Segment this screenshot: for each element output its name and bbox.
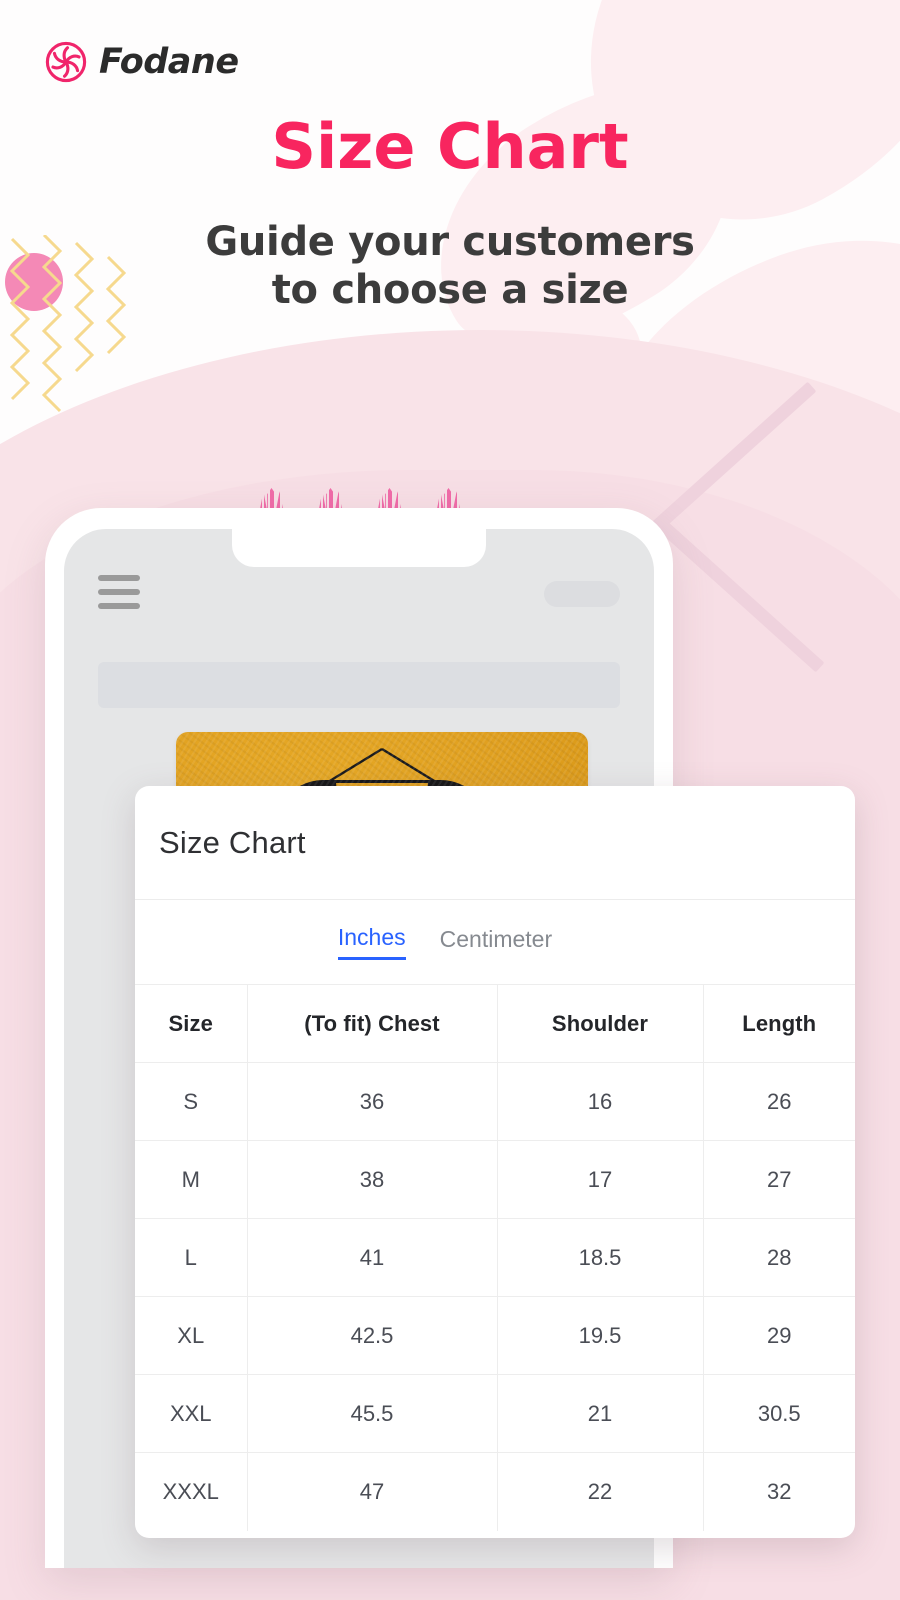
brand-logo[interactable]: Fodane [44,40,239,84]
column-header-length: Length [703,984,855,1063]
column-header-chest: (To fit) Chest [247,984,498,1063]
hero-title-wrap: Size Chart [0,116,900,178]
cell-shoulder: 22 [497,1452,704,1531]
table-row: XL 42.5 19.5 29 [135,1296,855,1375]
cell-chest: 47 [247,1452,498,1531]
table-row: XXXL 47 22 32 [135,1452,855,1531]
chevron-outline-icon [651,381,900,673]
cell-shoulder: 18.5 [497,1218,704,1297]
yellow-fan-burst-icon [896,82,900,140]
cell-chest: 42.5 [247,1296,498,1375]
cell-length: 26 [703,1062,855,1141]
column-header-size: Size [135,984,248,1063]
cell-size: XXL [135,1374,248,1453]
cell-length: 29 [703,1296,855,1375]
cell-length: 28 [703,1218,855,1297]
brand-name: Fodane [99,42,239,82]
size-chart-card-header: Size Chart [135,786,855,900]
cell-chest: 45.5 [247,1374,498,1453]
size-chart-card: Size Chart Inches Centimeter Size (To fi… [135,786,855,1538]
hero-subtitle-line-2: to choose a size [271,267,629,313]
cell-size: XXXL [135,1452,248,1531]
cell-size: M [135,1140,248,1219]
cell-shoulder: 16 [497,1062,704,1141]
cell-length: 27 [703,1140,855,1219]
hero-subtitle: Guide your customers to choose a size [0,218,900,314]
hamburger-menu-icon[interactable] [98,575,140,617]
size-chart-title: Size Chart [159,824,306,860]
size-chart-table: Size (To fit) Chest Shoulder Length S 36… [135,984,855,1531]
cell-length: 32 [703,1452,855,1531]
table-row: L 41 18.5 28 [135,1218,855,1297]
tab-inches[interactable]: Inches [337,924,406,960]
cell-size: XL [135,1296,248,1375]
unit-tabs: Inches Centimeter [135,900,855,984]
cell-chest: 36 [247,1062,498,1141]
tab-centimeter[interactable]: Centimeter [440,926,552,959]
phone-notch [232,529,486,567]
cell-shoulder: 17 [497,1140,704,1219]
cell-shoulder: 19.5 [497,1296,704,1375]
table-row: XXL 45.5 21 30.5 [135,1374,855,1453]
page-title: Size Chart [271,110,629,183]
table-row: M 38 17 27 [135,1140,855,1219]
search-input[interactable] [98,662,620,708]
cell-shoulder: 21 [497,1374,704,1453]
pinwheel-flower-icon [45,41,87,83]
account-pill-placeholder[interactable] [544,581,620,607]
poster-canvas: Fodane Size Chart Guide your customers t… [0,0,900,1600]
cell-size: L [135,1218,248,1297]
table-row: S 36 16 26 [135,1062,855,1141]
table-header-row: Size (To fit) Chest Shoulder Length [135,984,855,1063]
cell-size: S [135,1062,248,1141]
cell-chest: 41 [247,1218,498,1297]
column-header-shoulder: Shoulder [497,984,704,1063]
cell-chest: 38 [247,1140,498,1219]
cell-length: 30.5 [703,1374,855,1453]
hero-subtitle-line-1: Guide your customers [205,219,695,265]
